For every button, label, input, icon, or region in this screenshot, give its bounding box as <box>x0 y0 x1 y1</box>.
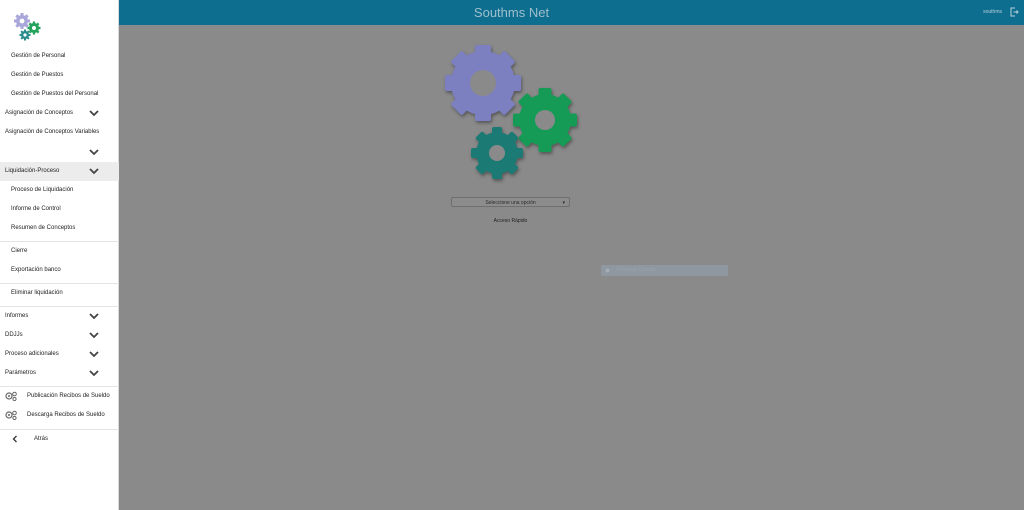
sidebar-item-label: Gestión de Puestos <box>11 72 64 78</box>
sidebar-item-label: Atrás <box>34 436 49 442</box>
chevron-down-icon <box>89 149 99 156</box>
sidebar-item-informes[interactable]: Informes <box>0 311 119 321</box>
sidebar-item-label: Proceso de Liquidación <box>11 187 74 193</box>
option-select[interactable]: Seleccione una opción ▾ <box>451 197 570 207</box>
sidebar-item-asignacion-conceptos[interactable]: Asignación de Conceptos <box>0 108 119 118</box>
sidebar-item-asignacion-conceptos-variables[interactable]: Asignación de Conceptos Variables <box>0 127 119 137</box>
divider <box>0 429 119 430</box>
chevron-left-icon <box>12 435 17 443</box>
sidebar-item-gestion-puestos[interactable]: Gestión de Puestos <box>0 70 119 80</box>
gears-icon <box>5 391 17 401</box>
gears-logo-icon <box>445 45 577 179</box>
caret-down-icon: ▾ <box>562 200 565 206</box>
sidebar-item-label: Descarga Recibos de Sueldo <box>27 412 105 418</box>
divider <box>0 241 119 242</box>
user-name[interactable]: southms <box>983 0 1002 25</box>
chevron-down-icon <box>89 313 99 320</box>
sidebar-item-informe-control[interactable]: Informe de Control <box>0 204 119 214</box>
sidebar-item-label: Cierre <box>11 248 28 254</box>
sidebar-item-label: Gestión de Personal <box>11 53 66 59</box>
sidebar-item-label: Resumen de Conceptos <box>11 225 76 231</box>
main-content: Seleccione una opción ▾ Acceso Rápido Pr… <box>119 25 1024 510</box>
sidebar-item-label: DDJJs <box>5 332 23 338</box>
sidebar-item-proceso-liquidacion[interactable]: Proceso de Liquidación <box>0 185 119 195</box>
chevron-down-icon <box>89 351 99 358</box>
chevron-down-icon <box>89 168 99 175</box>
chevron-down-icon <box>89 370 99 377</box>
sidebar-item-ddjjs[interactable]: DDJJs <box>0 330 119 340</box>
sidebar-item-label: Informes <box>5 313 29 319</box>
logout-icon[interactable] <box>1010 7 1019 17</box>
sidebar: Gestión de Personal Gestión de Puestos G… <box>0 0 119 510</box>
sidebar-item-gestion-personal[interactable]: Gestión de Personal <box>0 51 119 61</box>
sidebar-item-exportacion-banco[interactable]: Exportación banco <box>0 265 119 275</box>
sidebar-item-cierre[interactable]: Cierre <box>0 246 119 256</box>
logo-gears-icon <box>14 13 41 41</box>
sidebar-item-label: Eliminar liquidación <box>11 290 63 296</box>
sidebar-item-label: Exportación banco <box>11 267 61 273</box>
sidebar-item-label: Asignación de Conceptos <box>5 110 74 116</box>
sidebar-item-eliminar-liquidacion[interactable]: Eliminar liquidación <box>0 288 119 298</box>
chevron-down-icon <box>89 332 99 339</box>
top-bar: Southms Net southms <box>119 0 1024 25</box>
divider <box>0 283 119 284</box>
sidebar-item-label: Liquidación-Proceso <box>5 168 60 174</box>
sidebar-item-label: Informe de Control <box>11 206 61 212</box>
sidebar-item-parametros[interactable]: Parámetros <box>0 368 119 378</box>
chevron-down-icon <box>89 110 99 117</box>
sidebar-item-resumen-conceptos[interactable]: Resumen de Conceptos <box>0 223 119 233</box>
sidebar-item-gestion-puestos-personal[interactable]: Gestión de Puestos del Personal <box>0 89 119 99</box>
sidebar-item-label: Parámetros <box>5 370 37 376</box>
sidebar-item-liquidacion-proceso[interactable]: Liquidación-Proceso <box>0 162 119 181</box>
divider <box>0 306 119 307</box>
gears-icon <box>5 410 17 420</box>
info-icon <box>605 268 610 273</box>
sidebar-item-label: Proceso adicionales <box>5 351 59 357</box>
sidebar-item-proceso-adicionales[interactable]: Proceso adicionales <box>0 349 119 359</box>
app-title: Southms Net <box>473 5 550 20</box>
select-value: Seleccione una opción <box>485 200 536 206</box>
sidebar-item-label: Publicación Recibos de Sueldo <box>27 393 110 399</box>
sidebar-item-label: Asignación de Conceptos Variables <box>5 129 100 135</box>
sidebar-item-label: Gestión de Puestos del Personal <box>11 91 99 97</box>
notification-toast: Procesar Cálculo <box>601 265 728 276</box>
toast-text: Procesar Cálculo <box>617 267 656 273</box>
quick-access-label: Acceso Rápido <box>493 218 528 224</box>
divider <box>0 386 119 387</box>
